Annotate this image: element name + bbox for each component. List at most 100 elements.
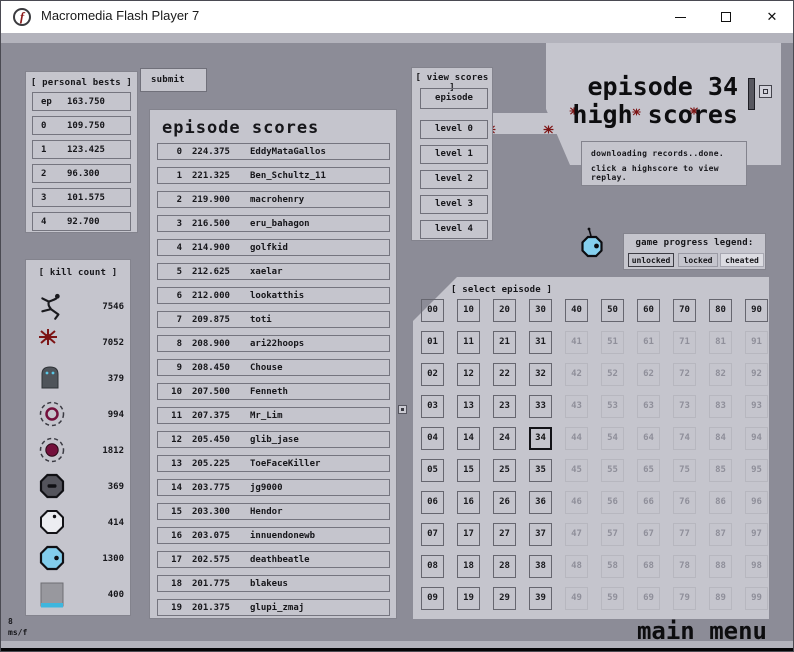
episode-cell-38[interactable]: 38 <box>529 555 552 578</box>
highscore-row[interactable]: 14203.775jg9000 <box>157 479 390 496</box>
episode-cell-15[interactable]: 15 <box>457 459 480 482</box>
kill-count-value: 994 <box>80 410 124 420</box>
highscore-row[interactable]: 4214.900golfkid <box>157 239 390 256</box>
personal-best-value: 109.750 <box>67 121 105 131</box>
episode-cell-14[interactable]: 14 <box>457 427 480 450</box>
submit-button[interactable]: submit <box>140 68 207 92</box>
episode-cell-01[interactable]: 01 <box>421 331 444 354</box>
episode-cell-02[interactable]: 02 <box>421 363 444 386</box>
episode-cell-00[interactable]: 00 <box>421 299 444 322</box>
episode-cell-17[interactable]: 17 <box>457 523 480 546</box>
episode-cell-26[interactable]: 26 <box>493 491 516 514</box>
personal-best-row: 1123.425 <box>32 140 131 159</box>
view-episode-button[interactable]: episode <box>420 88 488 109</box>
highscore-row[interactable]: 6212.000lookatthis <box>157 287 390 304</box>
highscore-row[interactable]: 0224.375EddyMataGallos <box>157 143 390 160</box>
legend-cheated: cheated <box>720 253 764 267</box>
highscore-row[interactable]: 15203.300Hendor <box>157 503 390 520</box>
personal-best-label: 4 <box>41 217 46 227</box>
episode-cell-80[interactable]: 80 <box>709 299 732 322</box>
episode-cell-35[interactable]: 35 <box>529 459 552 482</box>
episode-cell-70[interactable]: 70 <box>673 299 696 322</box>
episode-cell-13[interactable]: 13 <box>457 395 480 418</box>
episode-cell-04[interactable]: 04 <box>421 427 444 450</box>
episode-cell-21[interactable]: 21 <box>493 331 516 354</box>
highscore-row[interactable]: 7209.875toti <box>157 311 390 328</box>
episode-cell-12[interactable]: 12 <box>457 363 480 386</box>
episode-cell-73: 73 <box>673 395 696 418</box>
episode-cell-33[interactable]: 33 <box>529 395 552 418</box>
view-level-2-button[interactable]: level 2 <box>420 170 488 189</box>
highscore-name: Hendor <box>250 507 283 517</box>
episode-cell-07[interactable]: 07 <box>421 523 444 546</box>
episode-cell-20[interactable]: 20 <box>493 299 516 322</box>
episode-cell-34[interactable]: 34 <box>529 427 552 450</box>
episode-cell-18[interactable]: 18 <box>457 555 480 578</box>
maximize-button[interactable] <box>703 1 749 33</box>
highscore-row[interactable]: 1221.325Ben_Schultz_11 <box>157 167 390 184</box>
episode-cell-50[interactable]: 50 <box>601 299 624 322</box>
highscore-row[interactable]: 3216.500eru_bahagon <box>157 215 390 232</box>
episode-cell-49: 49 <box>565 587 588 610</box>
episode-cell-40[interactable]: 40 <box>565 299 588 322</box>
episode-cell-05[interactable]: 05 <box>421 459 444 482</box>
view-level-0-button[interactable]: level 0 <box>420 120 488 139</box>
episode-cell-60[interactable]: 60 <box>637 299 660 322</box>
highscore-rank: 7 <box>166 315 182 325</box>
kill-count-header: [ kill count ] <box>26 268 130 278</box>
episode-cell-94: 94 <box>745 427 768 450</box>
highscore-row[interactable]: 8208.900ari22hoops <box>157 335 390 352</box>
game-stage: episode 34 high scores [ personal bests … <box>1 33 794 652</box>
episode-cell-36[interactable]: 36 <box>529 491 552 514</box>
episode-cell-30[interactable]: 30 <box>529 299 552 322</box>
episode-cell-55: 55 <box>601 459 624 482</box>
episode-cell-28[interactable]: 28 <box>493 555 516 578</box>
episode-cell-10[interactable]: 10 <box>457 299 480 322</box>
episode-cell-43: 43 <box>565 395 588 418</box>
fps-value: 8 <box>8 617 13 626</box>
highscore-row[interactable]: 17202.575deathbeatle <box>157 551 390 568</box>
highscore-name: blakeus <box>250 579 288 589</box>
highscore-row[interactable]: 19201.375glupi_zmaj <box>157 599 390 616</box>
episode-cell-03[interactable]: 03 <box>421 395 444 418</box>
episode-cell-24[interactable]: 24 <box>493 427 516 450</box>
episode-cell-25[interactable]: 25 <box>493 459 516 482</box>
minimize-button[interactable] <box>657 1 703 33</box>
highscore-name: glupi_zmaj <box>250 603 304 613</box>
personal-best-row: 492.700 <box>32 212 131 231</box>
zap-drone-icon <box>38 472 66 504</box>
episode-cell-16[interactable]: 16 <box>457 491 480 514</box>
maximize-icon <box>721 12 731 22</box>
episode-cell-39[interactable]: 39 <box>529 587 552 610</box>
episode-cell-68: 68 <box>637 555 660 578</box>
episode-cell-27[interactable]: 27 <box>493 523 516 546</box>
highscore-row[interactable]: 18201.775blakeus <box>157 575 390 592</box>
highscore-row[interactable]: 12205.450glib_jase <box>157 431 390 448</box>
highscore-row[interactable]: 2219.900macrohenry <box>157 191 390 208</box>
episode-cell-90[interactable]: 90 <box>745 299 768 322</box>
view-level-4-button[interactable]: level 4 <box>420 220 488 239</box>
highscore-row[interactable]: 13205.225ToeFaceKiller <box>157 455 390 472</box>
episode-cell-31[interactable]: 31 <box>529 331 552 354</box>
highscore-name: golfkid <box>250 243 288 253</box>
highscore-row[interactable]: 10207.500Fenneth <box>157 383 390 400</box>
kill-count-value: 369 <box>80 482 124 492</box>
episode-cell-29[interactable]: 29 <box>493 587 516 610</box>
highscore-row[interactable]: 11207.375Mr_Lim <box>157 407 390 424</box>
highscore-row[interactable]: 16203.075innuendonewb <box>157 527 390 544</box>
episode-cell-19[interactable]: 19 <box>457 587 480 610</box>
highscore-row[interactable]: 9208.450Chouse <box>157 359 390 376</box>
episode-cell-22[interactable]: 22 <box>493 363 516 386</box>
episode-cell-32[interactable]: 32 <box>529 363 552 386</box>
highscore-row[interactable]: 5212.625xaelar <box>157 263 390 280</box>
episode-cell-06[interactable]: 06 <box>421 491 444 514</box>
view-level-1-button[interactable]: level 1 <box>420 145 488 164</box>
episode-cell-37[interactable]: 37 <box>529 523 552 546</box>
episode-cell-23[interactable]: 23 <box>493 395 516 418</box>
episode-cell-11[interactable]: 11 <box>457 331 480 354</box>
episode-cell-09[interactable]: 09 <box>421 587 444 610</box>
episode-cell-08[interactable]: 08 <box>421 555 444 578</box>
highscore-rank: 15 <box>166 507 182 517</box>
close-button[interactable]: ✕ <box>749 1 794 33</box>
view-level-3-button[interactable]: level 3 <box>420 195 488 214</box>
